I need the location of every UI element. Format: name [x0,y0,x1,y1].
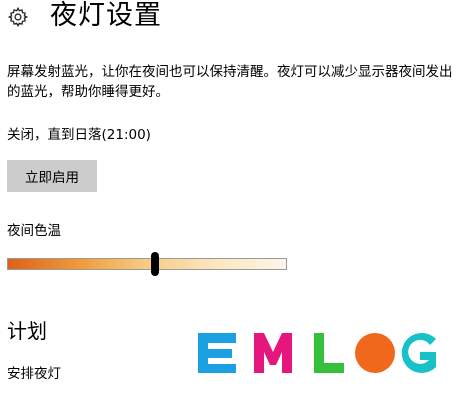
page-header: 夜灯设置 [6,0,162,40]
logo-letter-l [314,333,344,373]
emlog-logo [198,333,436,373]
logo-letter-e [198,333,236,373]
enable-now-button[interactable]: 立即启用 [7,160,97,192]
gear-icon [6,5,30,29]
status-text: 关闭，直到日落(21:00) [7,127,151,143]
color-temperature-slider-thumb[interactable] [151,252,160,276]
logo-letter-o [355,333,395,373]
page-title: 夜灯设置 [50,0,162,31]
description-text: 屏幕发射蓝光，让你在夜间也可以保持清醒。夜灯可以减少显示器夜间发出的蓝光，帮助你… [7,64,453,100]
night-light-settings-page: 夜灯设置 屏幕发射蓝光，让你在夜间也可以保持清醒。夜灯可以减少显示器夜间发出的蓝… [0,0,462,393]
logo-letter-g [401,333,436,373]
color-temperature-slider-track[interactable] [7,258,287,270]
logo-letter-m [254,333,292,373]
emlog-watermark [168,322,462,393]
schedule-section-title: 计划 [7,319,47,343]
schedule-night-light-label: 安排夜灯 [7,366,61,382]
color-temperature-label: 夜间色温 [7,223,61,239]
